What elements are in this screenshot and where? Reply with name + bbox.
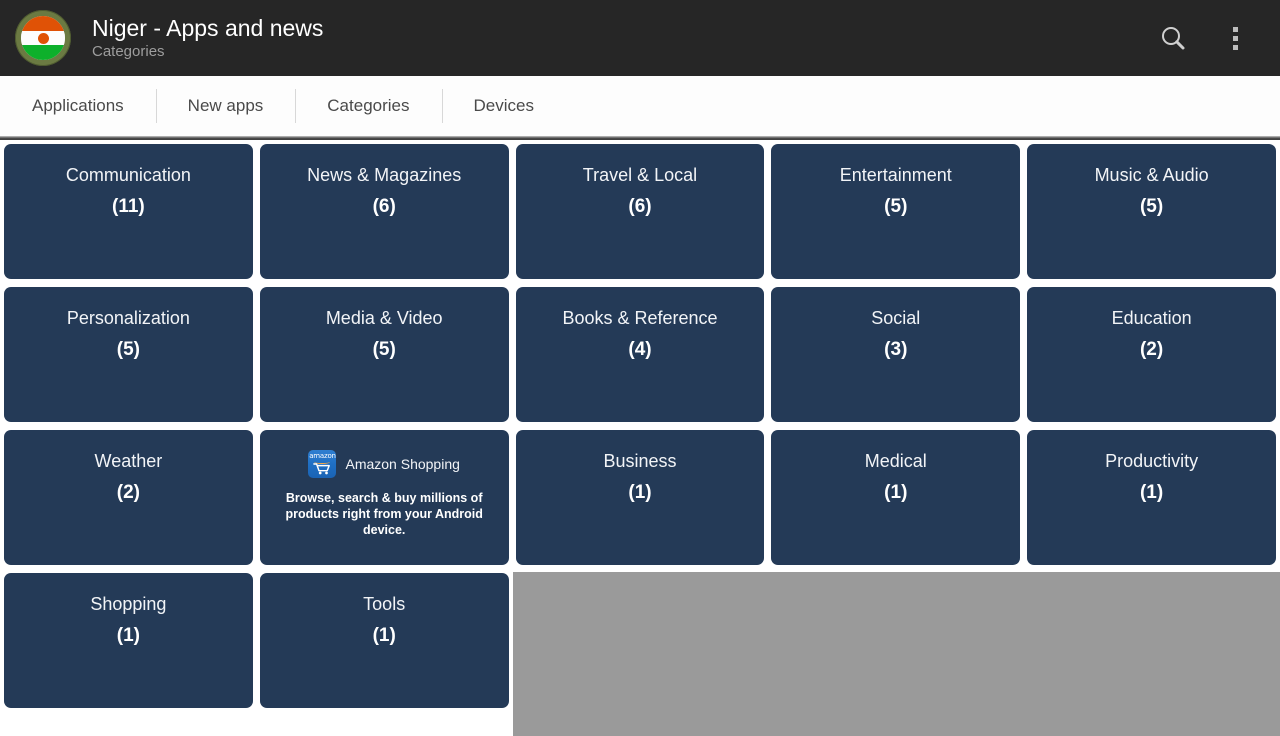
tile-count: (5) <box>884 196 908 217</box>
tile-count: (2) <box>116 482 141 503</box>
category-tile-medical[interactable]: Medical (1) <box>771 430 1021 565</box>
category-tile-communication[interactable]: Communication (11) <box>4 144 253 279</box>
tile-count: (1) <box>372 625 396 646</box>
overflow-menu-button[interactable] <box>1204 0 1266 76</box>
tile-label: News & Magazines <box>307 165 462 185</box>
grid-empty-slot <box>1027 573 1276 708</box>
tile-count: (3) <box>884 339 908 360</box>
tile-count: (4) <box>628 339 652 360</box>
tile-label: Shopping <box>90 594 167 614</box>
tile-label: Tools <box>363 594 406 614</box>
app-root: Niger - Apps and news Categories Applica… <box>0 0 1280 736</box>
tile-label: Media & Video <box>325 308 443 328</box>
tile-label: Business <box>603 451 677 471</box>
flag-sun-disc <box>37 32 49 44</box>
category-tile-tools[interactable]: Tools (1) <box>259 573 509 708</box>
category-tile-entertainment[interactable]: Entertainment (5) <box>771 144 1021 279</box>
ad-description: Browse, search & buy millions of product… <box>285 491 483 537</box>
grid-empty-slot <box>771 573 1020 708</box>
tile-label: Social <box>871 308 921 328</box>
category-tile-shopping[interactable]: Shopping (1) <box>4 573 253 708</box>
category-tile-productivity[interactable]: Productivity (1) <box>1027 430 1276 565</box>
tile-label: Weather <box>94 451 163 471</box>
tab-devices[interactable]: Devices <box>441 76 566 136</box>
tile-count: (1) <box>628 482 652 503</box>
search-icon <box>1162 27 1185 50</box>
tile-count: (11) <box>112 196 145 217</box>
tab-categories[interactable]: Categories <box>295 76 441 136</box>
tile-count: (6) <box>628 196 652 217</box>
tile-count: (6) <box>372 196 396 217</box>
tile-label: Education <box>1111 308 1192 328</box>
amazon-wordmark: amazon <box>309 452 336 460</box>
flag-band-green <box>21 45 65 60</box>
page-subtitle: Categories <box>92 43 165 60</box>
category-tile-news-magazines[interactable]: News & Magazines (6) <box>259 144 509 279</box>
category-tile-weather[interactable]: Weather (2) <box>4 430 253 565</box>
category-tile-education[interactable]: Education (2) <box>1027 287 1276 422</box>
category-tile-personalization[interactable]: Personalization (5) <box>4 287 253 422</box>
category-tile-travel-local[interactable]: Travel & Local (6) <box>515 144 765 279</box>
header-titles: Niger - Apps and news Categories <box>92 14 1142 62</box>
tile-label: Books & Reference <box>562 308 718 328</box>
amazon-shopping-icon: amazon <box>308 450 337 478</box>
ad-title: Amazon Shopping <box>345 456 460 472</box>
overflow-menu-icon <box>1232 26 1238 50</box>
category-tile-business[interactable]: Business (1) <box>515 430 765 565</box>
flag-disc <box>21 16 65 60</box>
header-actions <box>1142 0 1266 76</box>
ad-header: amazon Amazon Shopping <box>266 450 503 478</box>
tile-count: (1) <box>1139 482 1164 503</box>
tile-count: (5) <box>116 339 141 360</box>
tile-count: (1) <box>116 625 141 646</box>
category-tile-books-reference[interactable]: Books & Reference (4) <box>515 287 765 422</box>
tile-count: (5) <box>372 339 396 360</box>
tile-count: (1) <box>884 482 908 503</box>
tile-label: Communication <box>65 165 191 185</box>
category-tile-media-video[interactable]: Media & Video (5) <box>259 287 509 422</box>
tile-label: Travel & Local <box>582 165 698 185</box>
app-header: Niger - Apps and news Categories <box>0 0 1280 76</box>
tile-label: Entertainment <box>839 165 952 185</box>
tab-applications[interactable]: Applications <box>0 76 156 136</box>
grid-empty-slot <box>516 573 765 708</box>
category-tile-social[interactable]: Social (3) <box>771 287 1021 422</box>
tab-bar: Applications New apps Categories Devices <box>0 76 1280 136</box>
tile-count: (5) <box>1139 196 1164 217</box>
shopping-cart-icon <box>313 463 331 475</box>
tile-label: Medical <box>864 451 927 471</box>
tab-new-apps[interactable]: New apps <box>155 76 296 136</box>
niger-flag-icon <box>15 10 71 66</box>
tile-label: Personalization <box>66 308 190 328</box>
page-title: Niger - Apps and news <box>92 15 324 41</box>
tile-count: (2) <box>1139 339 1164 360</box>
ad-tile-amazon-shopping[interactable]: amazon Amazon Shopping Browse, search & … <box>259 430 509 565</box>
tile-label: Productivity <box>1105 451 1199 471</box>
tile-label: Music & Audio <box>1094 165 1209 185</box>
search-button[interactable] <box>1142 0 1204 76</box>
flag-band-orange <box>21 16 65 31</box>
category-tile-music-audio[interactable]: Music & Audio (5) <box>1027 144 1276 279</box>
category-grid: Communication (11) News & Magazines (6) … <box>0 140 1280 712</box>
